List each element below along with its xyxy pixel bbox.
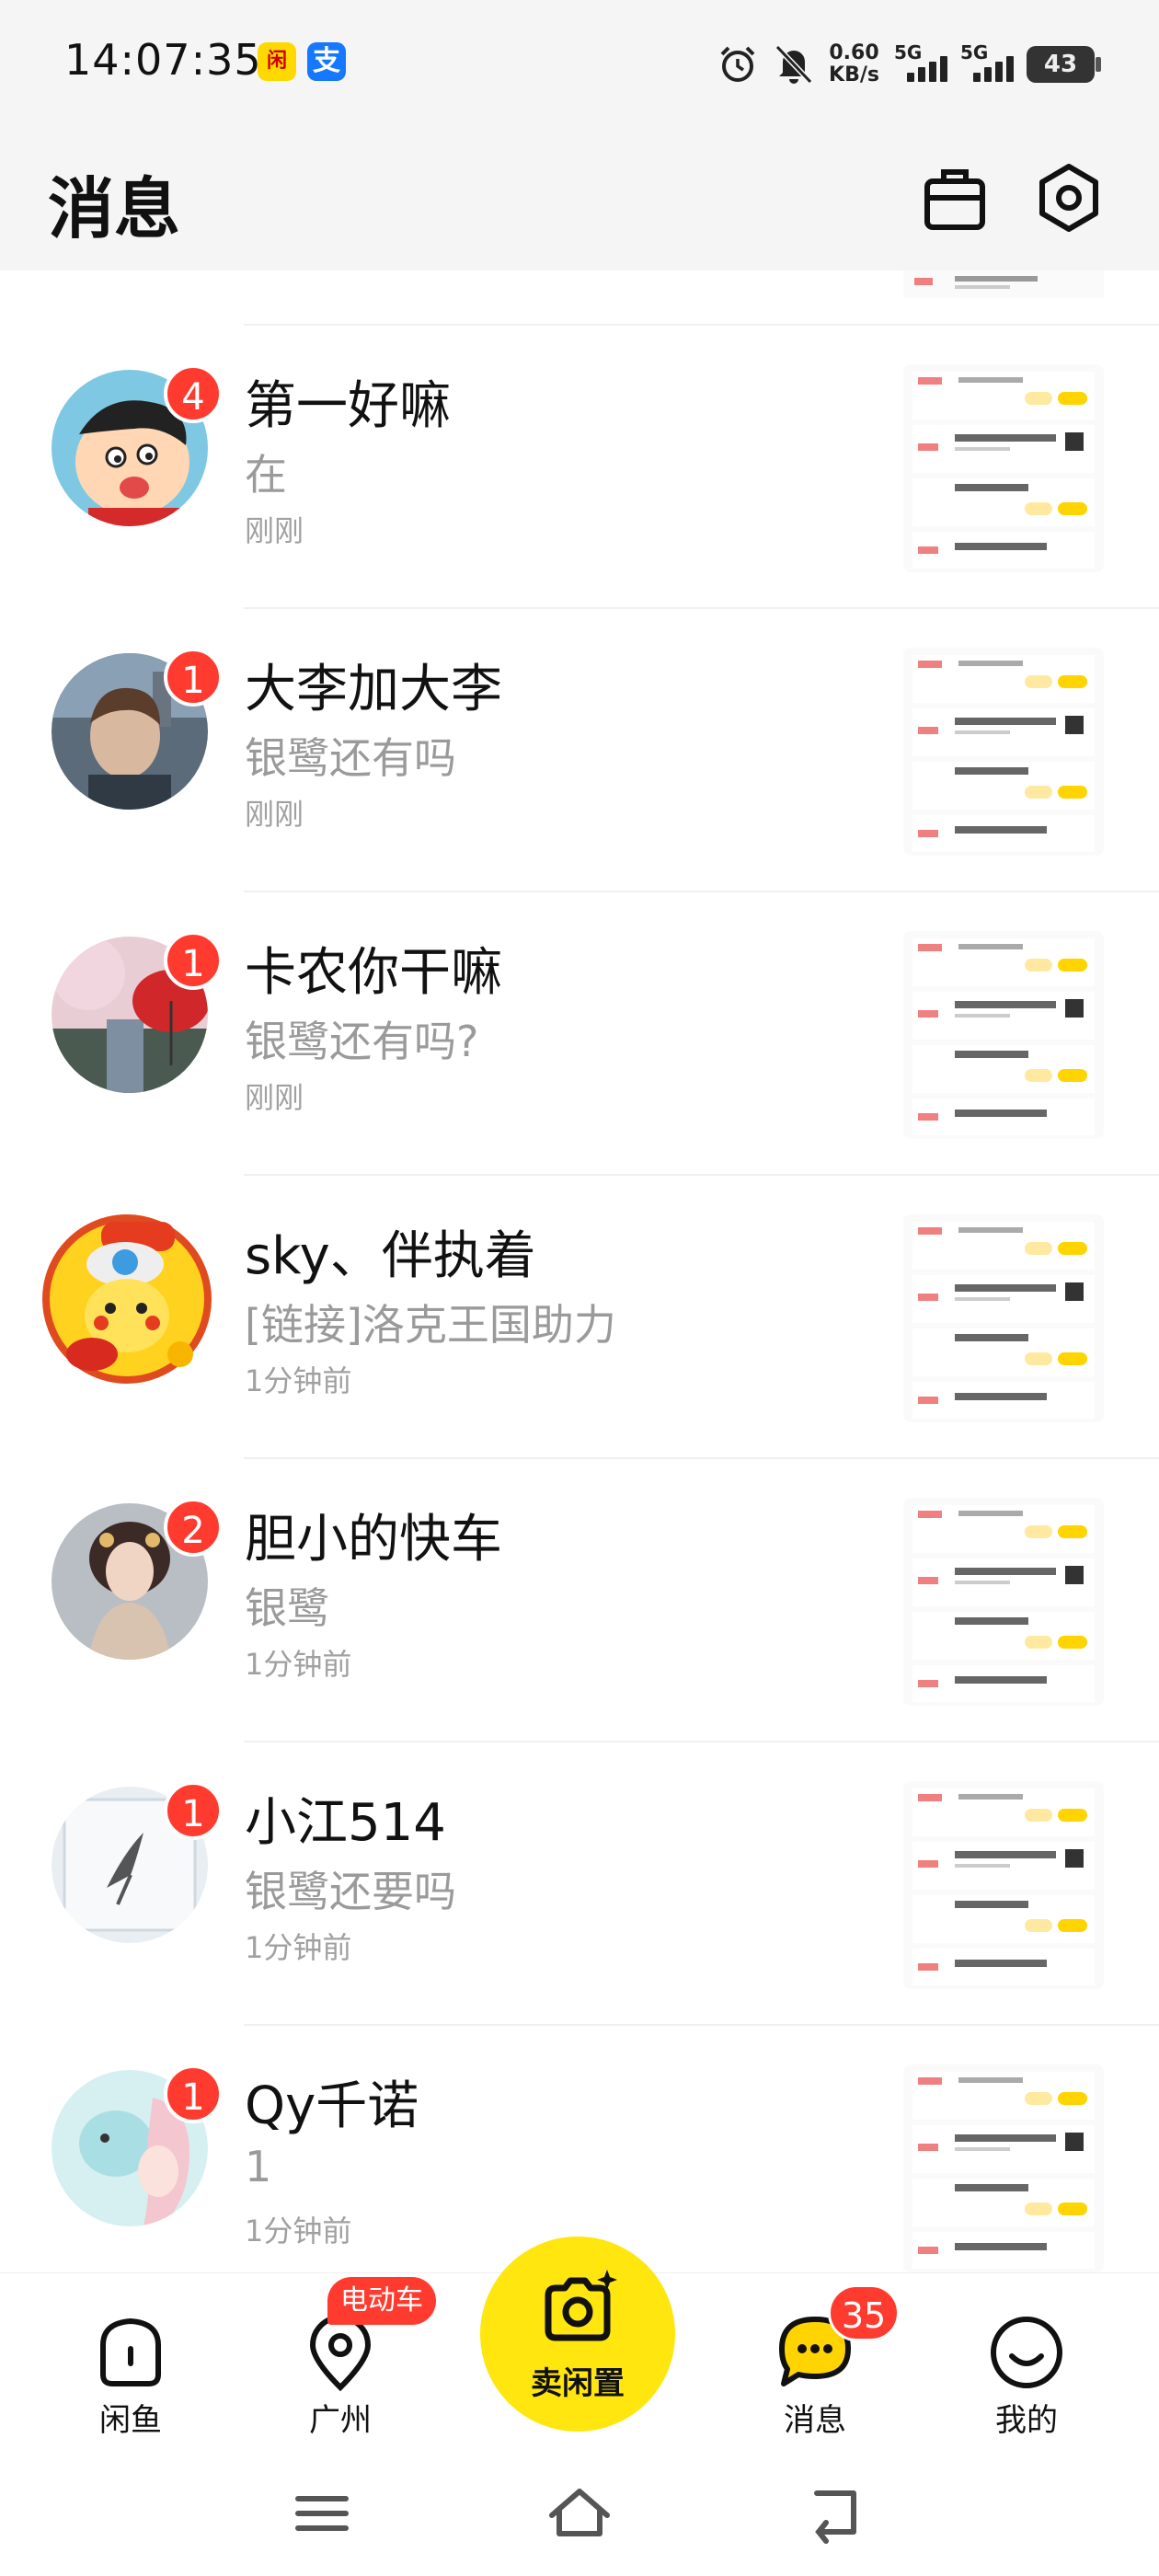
signal-icon-sim1: 5G	[894, 41, 947, 87]
item-thumbnail[interactable]	[903, 648, 1104, 856]
message-time: 1分钟前	[245, 1363, 352, 1398]
contact-name: 卡农你干嘛	[245, 943, 502, 1003]
back-icon[interactable]	[798, 2477, 872, 2550]
divider	[244, 1457, 1159, 1459]
unread-badge: 4	[164, 364, 223, 423]
message-preview: 在	[245, 450, 287, 500]
conversation-item[interactable]: 2 胆小的快车 银鹭 1分钟前	[0, 1457, 1159, 1741]
conversation-item[interactable]: 1 大李加大李 银鹭还有吗 刚刚	[0, 607, 1159, 891]
contact-name: 大李加大李	[245, 660, 502, 719]
message-time: 1分钟前	[245, 2214, 352, 2248]
status-indicators: 0.60 KB/s 5G 5G 43	[717, 37, 1101, 92]
contact-name: 小江514	[245, 1793, 446, 1853]
message-time: 刚刚	[245, 1080, 304, 1115]
partial-thumbnail	[903, 270, 1104, 298]
briefcase-icon[interactable]	[918, 161, 992, 235]
signal-icon-sim2: 5G	[960, 41, 1014, 87]
message-time: 1分钟前	[245, 1647, 352, 1682]
battery-icon: 43	[1027, 46, 1101, 83]
conversation-item[interactable]: 1 小江514 银鹭还要吗 1分钟前	[0, 1741, 1159, 2024]
message-preview: 银鹭	[245, 1583, 329, 1633]
message-preview: 银鹭还有吗	[245, 733, 456, 783]
item-thumbnail[interactable]	[903, 364, 1104, 572]
nav-location-label: 广州	[309, 2402, 372, 2439]
xianyu-app-icon: 闲	[258, 42, 296, 81]
message-preview: [链接]洛克王国助力	[245, 1300, 616, 1350]
item-thumbnail[interactable]	[903, 1781, 1104, 1989]
unread-badge: 1	[164, 1781, 223, 1840]
sell-button[interactable]: 卖闲置	[480, 2237, 675, 2432]
messages-count-badge: 35	[828, 2284, 900, 2341]
nav-home-label: 闲鱼	[99, 2402, 162, 2439]
message-preview: 银鹭还要吗	[245, 1867, 456, 1916]
alarm-icon	[720, 46, 755, 82]
smile-profile-icon	[991, 2317, 1062, 2388]
avatar[interactable]	[37, 1207, 217, 1387]
conversation-list: 4 第一好嘛 在 刚刚 1 大李加大李 银鹭还有吗 刚刚 1 卡农你干嘛 银鹭还…	[0, 270, 1159, 2272]
status-time: 14:07:35	[64, 35, 262, 85]
item-thumbnail[interactable]	[903, 2064, 1104, 2272]
contact-name: Qy千诺	[245, 2076, 419, 2136]
nav-mine-label: 我的	[995, 2402, 1058, 2439]
sell-label: 卖闲置	[531, 2365, 625, 2402]
system-nav-bar	[0, 2456, 1159, 2576]
camera-sparkle-icon	[545, 2270, 617, 2341]
divider	[244, 1174, 1159, 1176]
message-preview: 1	[245, 2142, 272, 2191]
alipay-app-icon: 支	[307, 42, 346, 81]
unread-badge: 2	[164, 1498, 223, 1557]
divider	[244, 2024, 1159, 2026]
item-thumbnail[interactable]	[903, 1498, 1104, 1706]
divider	[244, 1741, 1159, 1742]
net-speed-value: 0.60	[829, 41, 879, 64]
settings-icon[interactable]	[1032, 161, 1106, 235]
contact-name: sky、伴执着	[245, 1226, 536, 1286]
nav-home[interactable]: 闲鱼	[66, 2310, 195, 2440]
message-time: 1分钟前	[245, 1930, 352, 1965]
unread-badge: 1	[164, 2064, 223, 2123]
net-speed-unit: KB/s	[829, 63, 879, 86]
contact-name: 胆小的快车	[245, 1510, 502, 1570]
header: 消息	[0, 129, 1159, 270]
conversation-item[interactable]: 1 Qy千诺 1 1分钟前	[0, 2024, 1159, 2272]
message-preview: 银鹭还有吗?	[245, 1017, 479, 1066]
nav-mine[interactable]: 我的	[962, 2310, 1091, 2440]
signal-2-label: 5G	[960, 41, 989, 63]
conversation-item[interactable]: 1 卡农你干嘛 银鹭还有吗? 刚刚	[0, 891, 1159, 1174]
divider	[244, 607, 1159, 609]
divider	[244, 324, 1159, 326]
item-thumbnail[interactable]	[903, 1214, 1104, 1422]
unread-badge: 1	[164, 931, 223, 990]
home-fish-icon	[100, 2317, 161, 2386]
item-thumbnail[interactable]	[903, 931, 1104, 1139]
divider	[244, 891, 1159, 892]
location-tag: 电动车	[327, 2277, 436, 2325]
status-bar: 14:07:35 闲 支 0.60 KB/s 5G 5G 43	[0, 0, 1159, 129]
message-time: 刚刚	[245, 513, 304, 548]
nav-location[interactable]: 广州	[276, 2310, 405, 2440]
unread-badge: 1	[164, 648, 223, 707]
conversation-item[interactable]: sky、伴执着 [链接]洛克王国助力 1分钟前	[0, 1174, 1159, 1457]
signal-1-label: 5G	[894, 41, 923, 63]
home-icon[interactable]	[543, 2477, 616, 2550]
conversation-item[interactable]: 4 第一好嘛 在 刚刚	[0, 324, 1159, 607]
message-time: 刚刚	[245, 797, 304, 832]
net-speed: 0.60 KB/s	[829, 42, 879, 86]
nav-messages-label: 消息	[784, 2402, 846, 2439]
bottom-nav: 闲鱼 广州 电动车 卖闲置 消息 35 我的	[0, 2237, 1159, 2456]
mute-bell-icon	[775, 44, 813, 85]
page-title: 消息	[48, 170, 181, 247]
menu-icon[interactable]	[285, 2477, 359, 2550]
contact-name: 第一好嘛	[245, 376, 451, 436]
